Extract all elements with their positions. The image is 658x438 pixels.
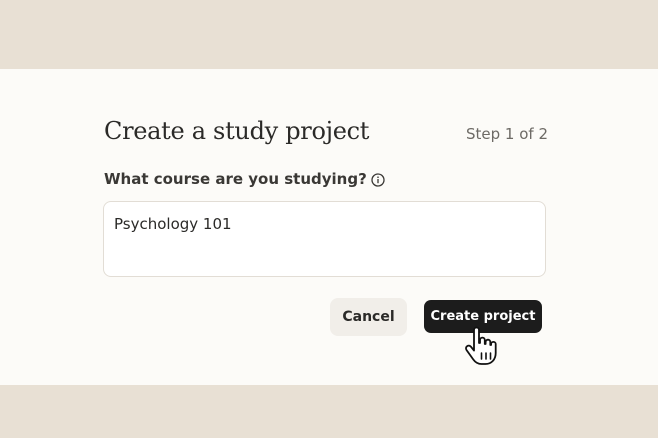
hand-pointer-icon bbox=[465, 326, 497, 365]
info-circle-icon[interactable] bbox=[371, 172, 385, 187]
course-input-value: Psychology 101 bbox=[114, 215, 232, 233]
question-text: What course are you studying? bbox=[104, 170, 367, 188]
page-background: Create a study project Step 1 of 2 What … bbox=[0, 0, 658, 438]
cancel-button[interactable]: Cancel bbox=[330, 298, 407, 336]
course-input[interactable]: Psychology 101 bbox=[103, 201, 546, 277]
step-indicator: Step 1 of 2 bbox=[465, 125, 548, 143]
course-question-label: What course are you studying? bbox=[104, 169, 385, 189]
dialog-title: Create a study project bbox=[104, 117, 370, 145]
